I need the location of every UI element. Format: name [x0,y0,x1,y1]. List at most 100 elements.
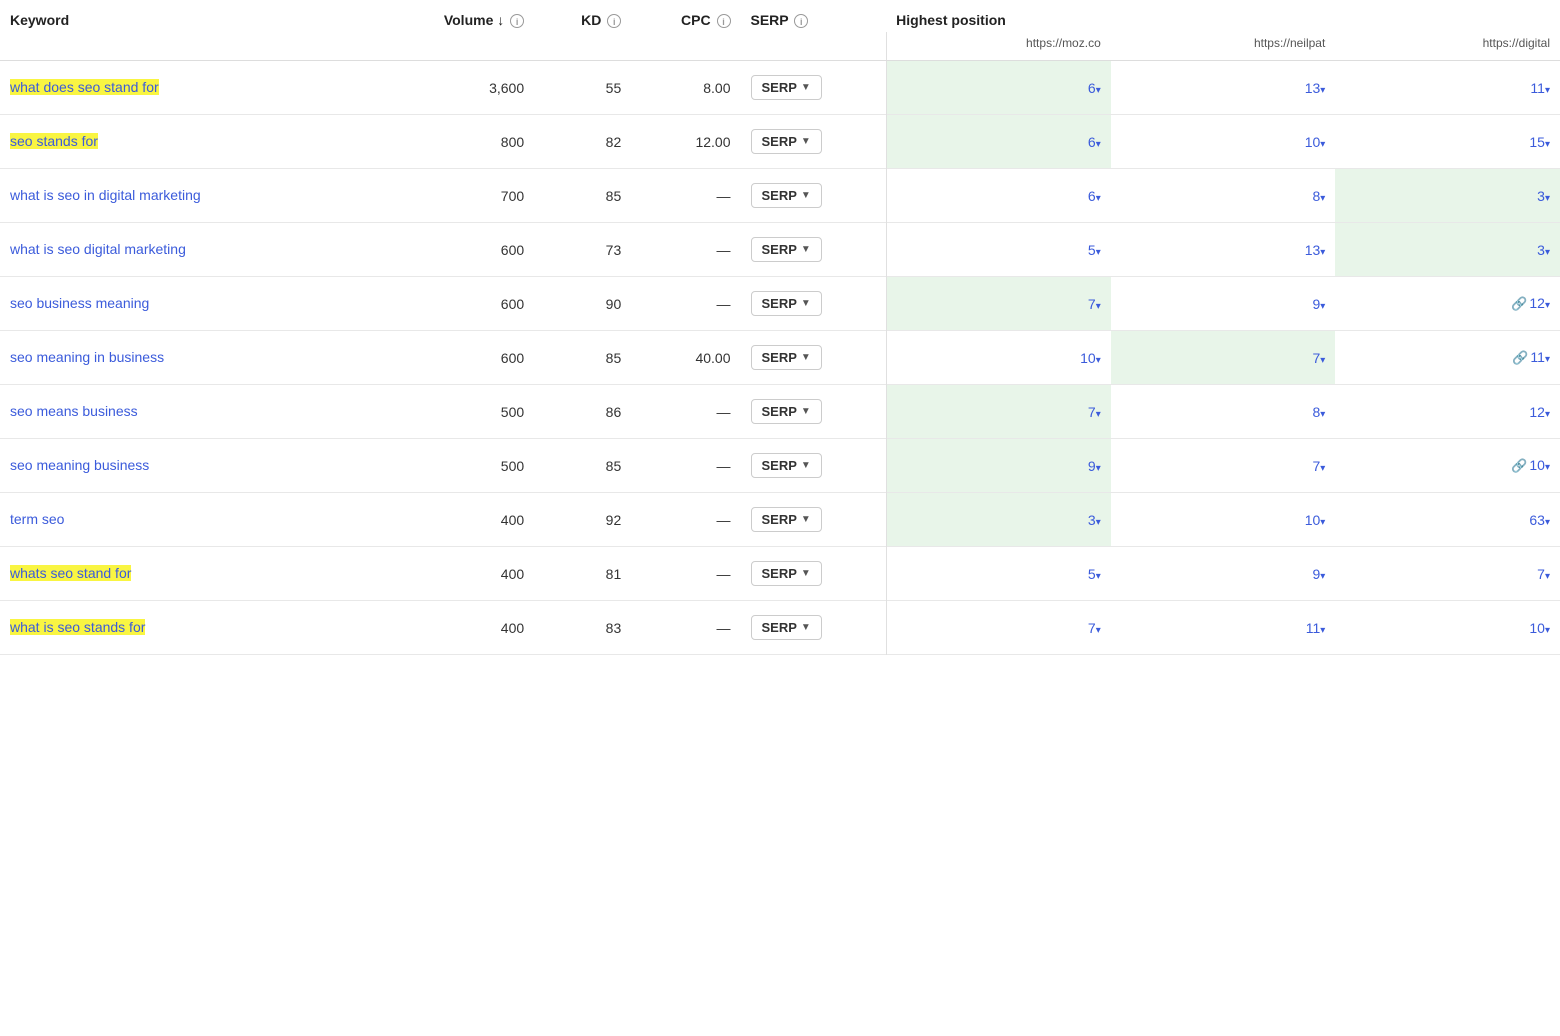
site2-subheader: https://neilpat [1111,32,1336,61]
serp-cell[interactable]: SERP ▼ [741,61,887,115]
keyword-cell[interactable]: what is seo stands for [0,601,376,655]
site1-position-cell[interactable]: 6▾ [886,115,1111,169]
kd-info-icon[interactable]: i [607,14,621,28]
site3-position-value: 11 [1530,80,1545,96]
site1-position-value: 5 [1088,566,1096,582]
site2-position-cell[interactable]: 7▾ [1111,439,1336,493]
kd-cell: 85 [534,439,631,493]
site2-position-cell[interactable]: 13▾ [1111,61,1336,115]
serp-button[interactable]: SERP ▼ [751,291,822,316]
kd-cell: 73 [534,223,631,277]
serp-button[interactable]: SERP ▼ [751,237,822,262]
site3-position-cell[interactable]: 63▾ [1335,493,1560,547]
keyword-cell[interactable]: seo business meaning [0,277,376,331]
keyword-cell[interactable]: seo stands for [0,115,376,169]
serp-cell[interactable]: SERP ▼ [741,223,887,277]
keyword-text: seo meaning in business [10,349,164,365]
site3-position-cell[interactable]: 12▾ [1335,385,1560,439]
keyword-cell[interactable]: what is seo digital marketing [0,223,376,277]
site2-position-cell[interactable]: 11▾ [1111,601,1336,655]
volume-header[interactable]: Volume ↓ i [376,0,534,32]
serp-button[interactable]: SERP ▼ [751,75,822,100]
keyword-cell[interactable]: what does seo stand for [0,61,376,115]
site1-position-cell[interactable]: 10▾ [886,331,1111,385]
cpc-info-icon[interactable]: i [717,14,731,28]
serp-label: SERP [762,80,797,95]
site1-position-cell[interactable]: 6▾ [886,61,1111,115]
site2-position-arrow: ▾ [1320,517,1325,528]
site2-position-cell[interactable]: 9▾ [1111,277,1336,331]
serp-cell[interactable]: SERP ▼ [741,169,887,223]
site2-position-cell[interactable]: 10▾ [1111,493,1336,547]
serp-button[interactable]: SERP ▼ [751,561,822,586]
site1-position-cell[interactable]: 5▾ [886,223,1111,277]
keyword-table-container: Keyword Volume ↓ i KD i CPC i SERP i [0,0,1560,655]
site1-position-cell[interactable]: 7▾ [886,601,1111,655]
site2-position-cell[interactable]: 9▾ [1111,547,1336,601]
serp-cell[interactable]: SERP ▼ [741,547,887,601]
site1-position-cell[interactable]: 3▾ [886,493,1111,547]
header-row-2: https://moz.co https://neilpat https://d… [0,32,1560,61]
site3-position-cell[interactable]: 7▾ [1335,547,1560,601]
link-icon: 🔗 [1512,350,1528,365]
volume-info-icon[interactable]: i [510,14,524,28]
table-row: what does seo stand for3,600558.00 SERP … [0,61,1560,115]
site2-position-value: 11 [1306,620,1321,636]
site1-position-cell[interactable]: 7▾ [886,385,1111,439]
site3-position-cell[interactable]: 15▾ [1335,115,1560,169]
volume-cell: 400 [376,547,534,601]
site2-position-cell[interactable]: 8▾ [1111,385,1336,439]
keyword-cell[interactable]: whats seo stand for [0,547,376,601]
keyword-cell[interactable]: term seo [0,493,376,547]
site1-position-value: 6 [1088,80,1096,96]
serp-label: SERP [762,404,797,419]
site3-position-cell[interactable]: 🔗12▾ [1335,277,1560,331]
serp-cell[interactable]: SERP ▼ [741,115,887,169]
site3-position-cell[interactable]: 3▾ [1335,223,1560,277]
site3-position-cell[interactable]: 10▾ [1335,601,1560,655]
site2-position-cell[interactable]: 13▾ [1111,223,1336,277]
site3-position-cell[interactable]: 🔗10▾ [1335,439,1560,493]
site3-position-cell[interactable]: 3▾ [1335,169,1560,223]
serp-button[interactable]: SERP ▼ [751,507,822,532]
serp-button[interactable]: SERP ▼ [751,129,822,154]
site3-position-arrow: ▾ [1545,139,1550,150]
serp-dropdown-arrow: ▼ [801,352,811,363]
serp-button[interactable]: SERP ▼ [751,345,822,370]
keyword-cell[interactable]: seo meaning in business [0,331,376,385]
serp-label: SERP [762,620,797,635]
serp-button[interactable]: SERP ▼ [751,399,822,424]
site1-position-arrow: ▾ [1096,571,1101,582]
site2-position-cell[interactable]: 8▾ [1111,169,1336,223]
site1-position-cell[interactable]: 9▾ [886,439,1111,493]
site2-position-cell[interactable]: 7▾ [1111,331,1336,385]
site1-position-value: 7 [1088,296,1096,312]
table-row: seo business meaning60090— SERP ▼ 7▾9▾🔗1… [0,277,1560,331]
site3-position-cell[interactable]: 🔗11▾ [1335,331,1560,385]
serp-cell[interactable]: SERP ▼ [741,331,887,385]
site3-position-arrow: ▾ [1545,193,1550,204]
site2-position-cell[interactable]: 10▾ [1111,115,1336,169]
serp-button[interactable]: SERP ▼ [751,183,822,208]
serp-button[interactable]: SERP ▼ [751,453,822,478]
site1-position-cell[interactable]: 5▾ [886,547,1111,601]
site1-position-cell[interactable]: 6▾ [886,169,1111,223]
site3-position-arrow: ▾ [1545,462,1550,473]
serp-info-icon[interactable]: i [794,14,808,28]
kd-cell: 83 [534,601,631,655]
site3-position-cell[interactable]: 11▾ [1335,61,1560,115]
serp-cell[interactable]: SERP ▼ [741,601,887,655]
keyword-cell[interactable]: what is seo in digital marketing [0,169,376,223]
site1-position-value: 6 [1088,134,1096,150]
serp-cell[interactable]: SERP ▼ [741,493,887,547]
serp-button[interactable]: SERP ▼ [751,615,822,640]
serp-cell[interactable]: SERP ▼ [741,385,887,439]
site3-position-arrow: ▾ [1545,247,1550,258]
keyword-cell[interactable]: seo meaning business [0,439,376,493]
site1-position-cell[interactable]: 7▾ [886,277,1111,331]
site2-position-value: 13 [1305,80,1321,96]
serp-cell[interactable]: SERP ▼ [741,277,887,331]
serp-cell[interactable]: SERP ▼ [741,439,887,493]
site2-position-arrow: ▾ [1320,625,1325,636]
keyword-cell[interactable]: seo means business [0,385,376,439]
